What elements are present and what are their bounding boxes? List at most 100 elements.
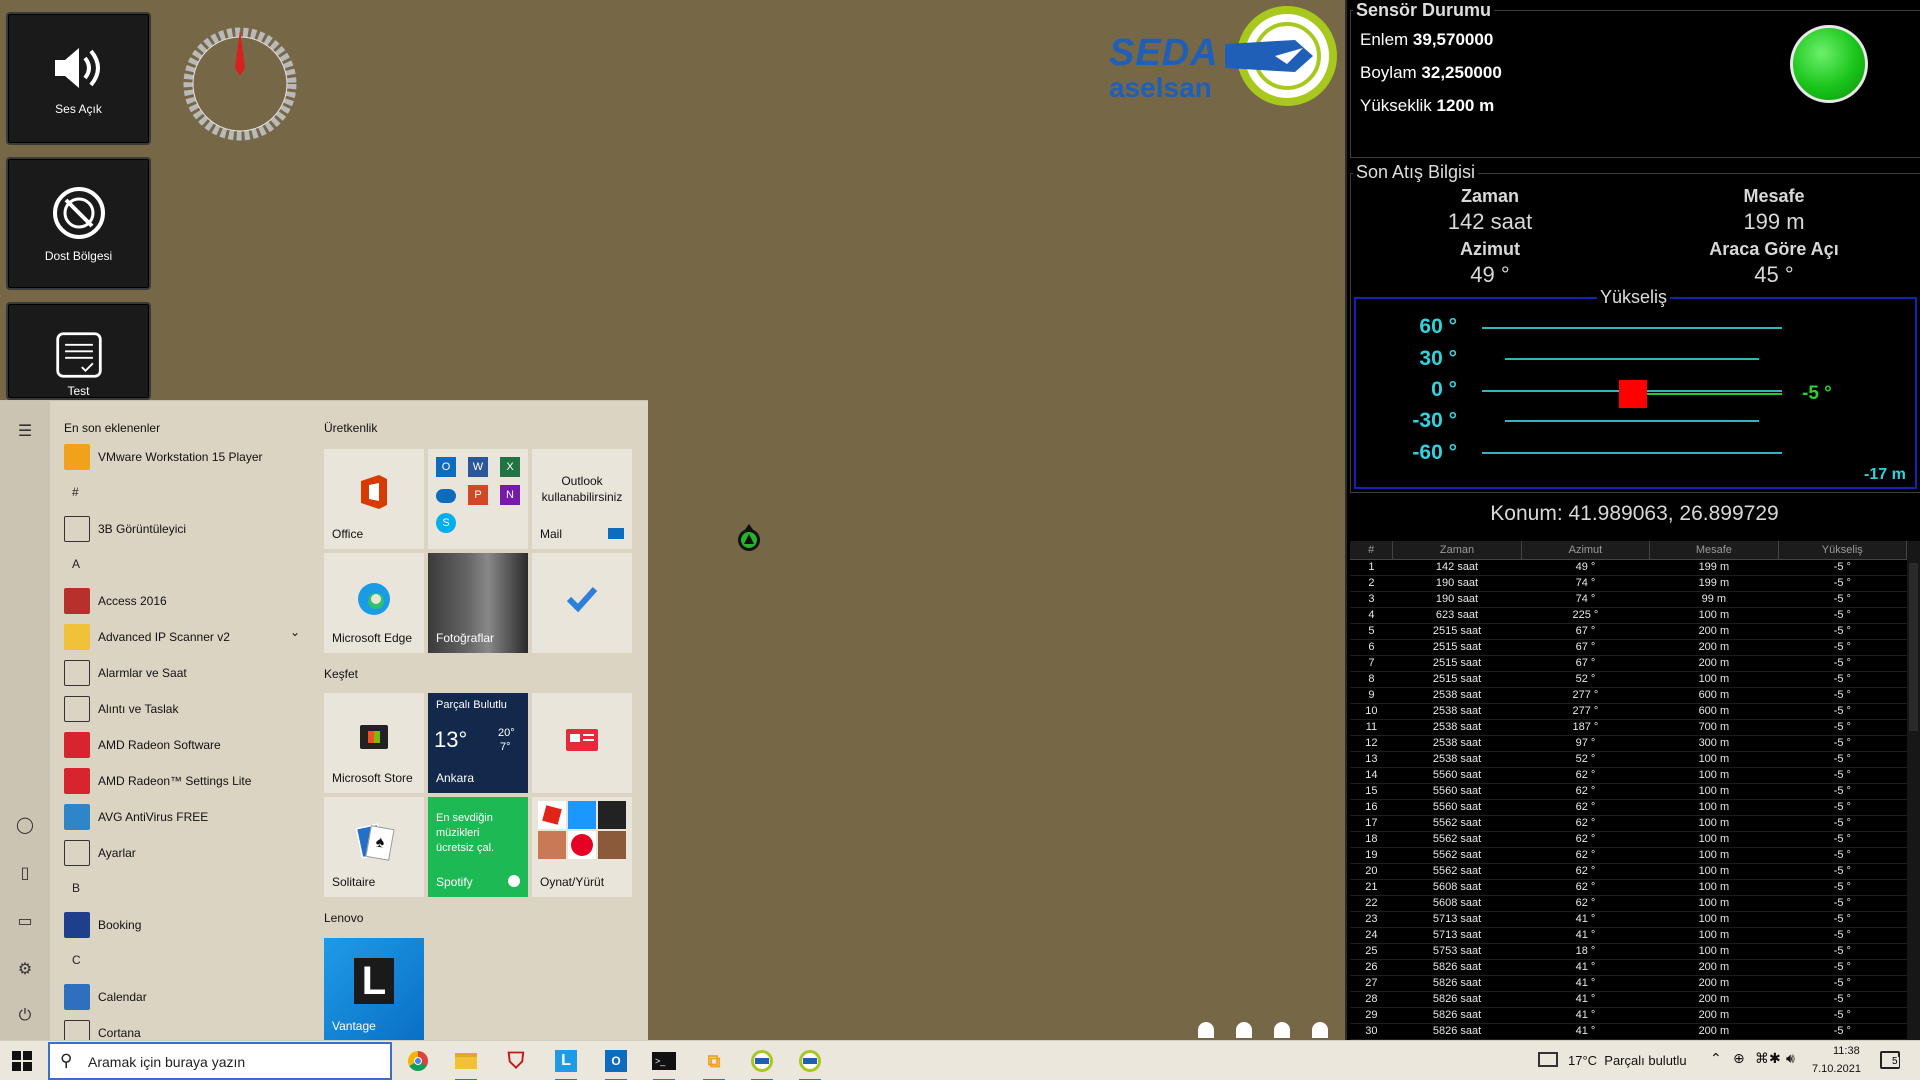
- tile-weather[interactable]: Parçalı Bulutlu 13° 20° 7° Ankara: [428, 693, 528, 793]
- app-list-letter[interactable]: #: [72, 485, 79, 499]
- tile-spotify[interactable]: En sevdiğin müzikleri ücretsiz çal. Spot…: [428, 797, 528, 897]
- friend-zone-button[interactable]: Dost Bölgesi: [6, 157, 151, 290]
- app-list-item[interactable]: AMD Radeon Software: [64, 731, 221, 759]
- chevron-down-icon[interactable]: ⌄: [290, 625, 300, 639]
- table-row[interactable]: 12 2538 saat 97 ° 300 m -5 °: [1350, 735, 1907, 752]
- app-list-item[interactable]: Alıntı ve Taslak: [64, 695, 178, 723]
- hamburger-menu-icon[interactable]: ☰: [15, 421, 35, 441]
- windows-start-button[interactable]: [12, 1051, 32, 1071]
- table-row[interactable]: 28 5826 saat 41 ° 200 m -5 °: [1350, 991, 1907, 1008]
- app-list-item[interactable]: Calendar: [64, 983, 147, 1011]
- tile-office[interactable]: Office: [324, 449, 424, 549]
- clock-date[interactable]: 7.10.2021: [1812, 1063, 1861, 1075]
- table-row[interactable]: 27 5826 saat 41 ° 200 m -5 °: [1350, 975, 1907, 992]
- app-list-item[interactable]: Advanced IP Scanner v2 ⌄: [64, 623, 300, 651]
- weather-widget-text[interactable]: 17°C Parçalı bulutlu: [1568, 1053, 1687, 1068]
- table-row[interactable]: 19 5562 saat 62 ° 100 m -5 °: [1350, 847, 1907, 864]
- tile-news[interactable]: [532, 693, 632, 793]
- app-list-letter[interactable]: C: [72, 953, 81, 967]
- mcafee-icon[interactable]: ⛉: [502, 1047, 530, 1075]
- table-header-cell[interactable]: Mesafe: [1649, 541, 1779, 560]
- app-list-item[interactable]: AMD Radeon™ Settings Lite: [64, 767, 251, 795]
- app-list-item[interactable]: VMware Workstation 15 Player: [64, 443, 263, 471]
- table-row[interactable]: 16 5560 saat 62 ° 100 m -5 °: [1350, 799, 1907, 816]
- tile-store[interactable]: Microsoft Store: [324, 693, 424, 793]
- table-scrollbar[interactable]: [1907, 541, 1920, 1040]
- power-icon[interactable]: ⏻: [15, 1007, 35, 1027]
- app-list-item[interactable]: AVG AntiVirus FREE: [64, 803, 208, 831]
- app-list-item[interactable]: Booking: [64, 911, 141, 939]
- tile-solitaire[interactable]: ♠ Solitaire: [324, 797, 424, 897]
- table-row[interactable]: 9 2538 saat 277 ° 600 m -5 °: [1350, 687, 1907, 704]
- app-list[interactable]: En son eklenenler VMware Workstation 15 …: [50, 401, 310, 1041]
- scrollbar-thumb[interactable]: [1909, 563, 1918, 731]
- volume-icon[interactable]: 🔊︎: [1786, 1050, 1795, 1067]
- pictures-icon[interactable]: ▭: [15, 911, 35, 931]
- table-row[interactable]: 18 5562 saat 62 ° 100 m -5 °: [1350, 831, 1907, 848]
- table-row[interactable]: 13 2538 saat 52 ° 100 m -5 °: [1350, 751, 1907, 768]
- table-row[interactable]: 26 5826 saat 41 ° 200 m -5 °: [1350, 959, 1907, 976]
- chrome-icon[interactable]: [404, 1047, 432, 1075]
- table-row[interactable]: 14 5560 saat 62 ° 100 m -5 °: [1350, 767, 1907, 784]
- bluetooth-icon[interactable]: ✱: [1769, 1050, 1781, 1067]
- notification-center-button[interactable]: 5: [1880, 1051, 1900, 1069]
- network-icon[interactable]: ⌘: [1755, 1050, 1769, 1067]
- settings-gear-icon[interactable]: ⚙: [15, 959, 35, 979]
- tile-todo[interactable]: [532, 553, 632, 653]
- vmware-taskbar-icon[interactable]: ⧉: [700, 1047, 728, 1080]
- tile-office-apps[interactable]: O W X P N S: [428, 449, 528, 549]
- table-row[interactable]: 7 2515 saat 67 ° 200 m -5 °: [1350, 655, 1907, 672]
- table-row[interactable]: 25 5753 saat 18 ° 100 m -5 °: [1350, 943, 1907, 960]
- tray-overflow-chevron-icon[interactable]: ⌃: [1710, 1050, 1722, 1067]
- shot-history-table[interactable]: # Zaman Azimut Mesafe Yükseliş 1 142 saat 49 °…: [1350, 541, 1907, 1040]
- test-button[interactable]: Test: [6, 302, 151, 400]
- table-header-cell[interactable]: Azimut: [1521, 541, 1651, 560]
- weather-widget-icon[interactable]: [1538, 1052, 1558, 1067]
- table-header-cell[interactable]: Yükseliş: [1778, 541, 1907, 560]
- app-list-item[interactable]: Ayarlar: [64, 839, 136, 867]
- table-row[interactable]: 5 2515 saat 67 ° 200 m -5 °: [1350, 623, 1907, 640]
- table-row[interactable]: 24 5713 saat 41 ° 100 m -5 °: [1350, 927, 1907, 944]
- tile-photos[interactable]: Fotoğraflar: [428, 553, 528, 653]
- taskbar-search-box[interactable]: ⚲ Aramak için buraya yazın: [48, 1042, 392, 1080]
- table-row[interactable]: 11 2538 saat 187 ° 700 m -5 °: [1350, 719, 1907, 736]
- file-explorer-icon[interactable]: [452, 1047, 480, 1080]
- table-row[interactable]: 20 5562 saat 62 ° 100 m -5 °: [1350, 863, 1907, 880]
- app-list-item[interactable]: Cortana: [64, 1019, 141, 1041]
- tile-vantage[interactable]: L Vantage: [324, 938, 424, 1041]
- tray-app-icon[interactable]: ⊕: [1733, 1050, 1745, 1067]
- terminal-icon[interactable]: >_: [650, 1047, 678, 1080]
- target-marker-icon[interactable]: [736, 524, 762, 552]
- table-row[interactable]: 17 5562 saat 62 ° 100 m -5 °: [1350, 815, 1907, 832]
- app-list-letter[interactable]: A: [72, 557, 80, 571]
- table-row[interactable]: 2 190 saat 74 ° 199 m -5 °: [1350, 575, 1907, 592]
- app-list-item[interactable]: 3B Görüntüleyici: [64, 515, 186, 543]
- clock-time[interactable]: 11:38: [1833, 1045, 1860, 1057]
- table-row[interactable]: 10 2538 saat 277 ° 600 m -5 °: [1350, 703, 1907, 720]
- app-list-item[interactable]: Alarmlar ve Saat: [64, 659, 187, 687]
- tile-edge[interactable]: Microsoft Edge: [324, 553, 424, 653]
- user-icon[interactable]: ◯: [15, 815, 35, 835]
- app-list-item[interactable]: Access 2016: [64, 587, 167, 615]
- outlook-taskbar-icon[interactable]: O: [602, 1047, 630, 1080]
- table-row[interactable]: 29 5826 saat 41 ° 200 m -5 °: [1350, 1007, 1907, 1024]
- tile-mail[interactable]: Outlook kullanabilirsiniz Mail: [532, 449, 632, 549]
- seda-app-icon-2[interactable]: [796, 1047, 824, 1080]
- table-row[interactable]: 21 5608 saat 62 ° 100 m -5 °: [1350, 879, 1907, 896]
- lenovo-vantage-icon[interactable]: L: [552, 1047, 580, 1080]
- table-row[interactable]: 4 623 saat 225 ° 100 m -5 °: [1350, 607, 1907, 624]
- table-header-cell[interactable]: Zaman: [1392, 541, 1522, 560]
- seda-app-icon[interactable]: [748, 1047, 776, 1080]
- tile-play[interactable]: Oynat/Yürüt: [532, 797, 632, 897]
- table-row[interactable]: 15 5560 saat 62 ° 100 m -5 °: [1350, 783, 1907, 800]
- table-row[interactable]: 30 5826 saat 41 ° 200 m -5 °: [1350, 1023, 1907, 1040]
- table-row[interactable]: 22 5608 saat 62 ° 100 m -5 °: [1350, 895, 1907, 912]
- table-row[interactable]: 23 5713 saat 41 ° 100 m -5 °: [1350, 911, 1907, 928]
- table-row[interactable]: 8 2515 saat 52 ° 100 m -5 °: [1350, 671, 1907, 688]
- table-row[interactable]: 3 190 saat 74 ° 99 m -5 °: [1350, 591, 1907, 608]
- app-list-letter[interactable]: B: [72, 881, 80, 895]
- table-header-cell[interactable]: #: [1350, 541, 1394, 560]
- document-icon[interactable]: ▯: [15, 863, 35, 883]
- table-row[interactable]: 1 142 saat 49 ° 199 m -5 °: [1350, 559, 1907, 576]
- table-row[interactable]: 6 2515 saat 67 ° 200 m -5 °: [1350, 639, 1907, 656]
